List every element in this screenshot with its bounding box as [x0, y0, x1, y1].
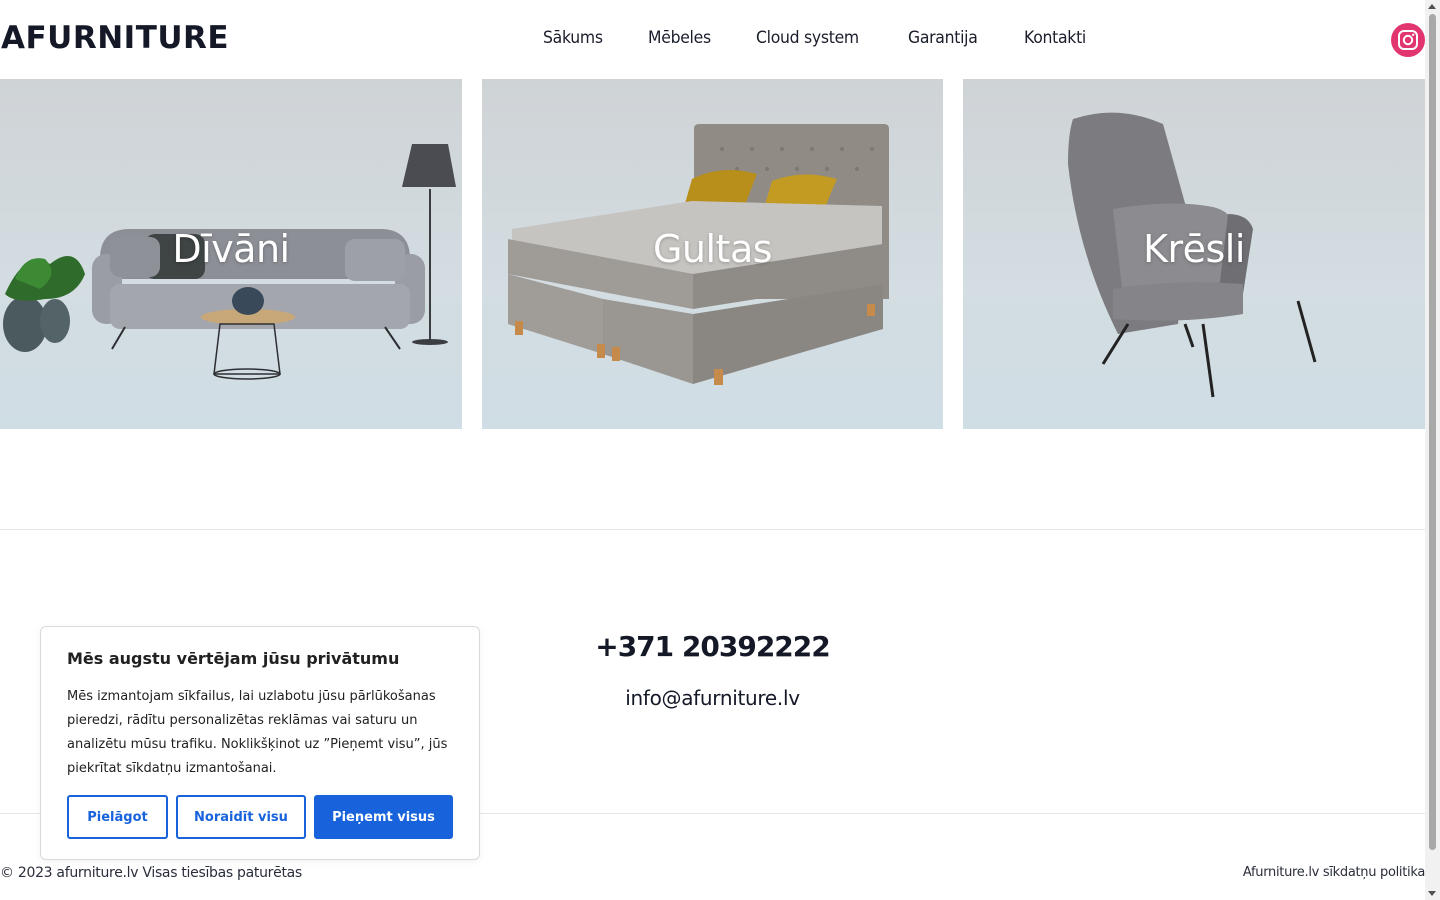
nav-item-kontakti[interactable]: Kontakti — [1024, 28, 1086, 48]
category-card-divani[interactable]: Dīvāni — [0, 79, 462, 429]
category-label: Dīvāni — [172, 227, 290, 271]
site-logo[interactable]: AFURNITURE — [1, 20, 229, 56]
consent-title: Mēs augstu vērtējam jūsu privātumu — [67, 649, 400, 668]
reject-all-button[interactable]: Noraidīt visu — [176, 795, 306, 839]
footer-copyright: © 2023 afurniture.lv Visas tiesības patu… — [0, 865, 302, 881]
category-label: Krēsli — [1143, 227, 1245, 271]
nav-item-mebeles[interactable]: Mēbeles — [648, 28, 711, 48]
scroll-up-arrow-icon[interactable] — [1428, 4, 1436, 9]
consent-text: Mēs izmantojam sīkfailus, lai uzlabotu j… — [67, 689, 448, 776]
section-divider — [0, 529, 1425, 530]
category-label: Gultas — [652, 227, 773, 271]
scrollbar-thumb[interactable] — [1429, 14, 1436, 850]
main-nav: Sākums Mēbeles Cloud system Garantija Ko… — [543, 28, 1131, 48]
category-cards: Dīvāni Gultas Krēsli — [0, 79, 1425, 429]
customize-button[interactable]: Pielāgot — [67, 795, 168, 839]
cookie-policy-link[interactable]: Afurniture.lv sīkdatņu politika — [1243, 865, 1425, 880]
category-card-gultas[interactable]: Gultas — [482, 79, 943, 429]
page-scrollbar[interactable] — [1425, 0, 1440, 900]
category-card-kresli[interactable]: Krēsli — [963, 79, 1425, 429]
site-header: AFURNITURE Sākums Mēbeles Cloud system G… — [0, 0, 1425, 79]
accept-all-button[interactable]: Pieņemt visus — [314, 795, 453, 839]
cookie-consent-dialog: Mēs augstu vērtējam jūsu privātumu Mēs i… — [40, 626, 480, 860]
nav-item-sakums[interactable]: Sākums — [543, 28, 603, 48]
nav-item-cloud-system[interactable]: Cloud system — [756, 28, 859, 48]
nav-item-garantija[interactable]: Garantija — [908, 28, 978, 48]
scroll-down-arrow-icon[interactable] — [1428, 891, 1436, 896]
instagram-icon[interactable] — [1391, 23, 1425, 57]
